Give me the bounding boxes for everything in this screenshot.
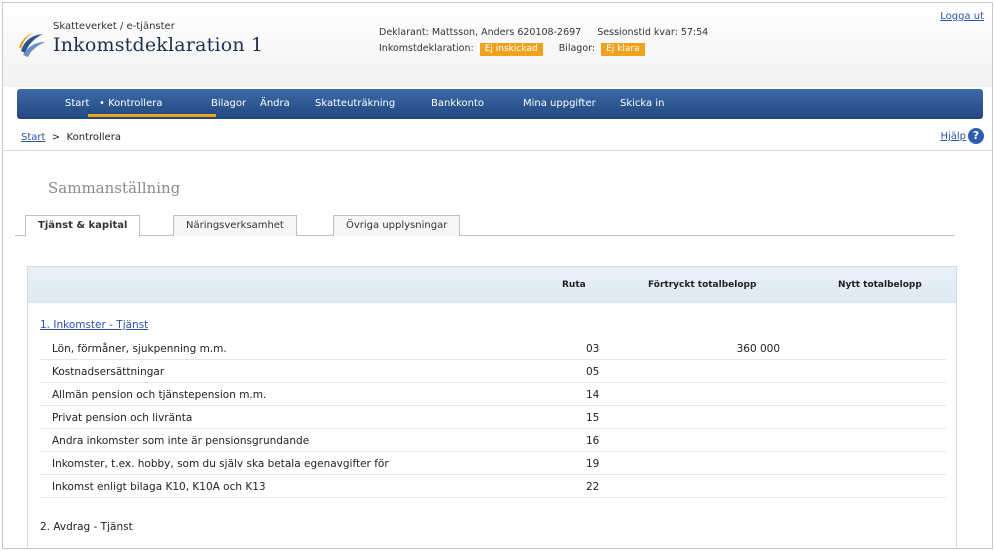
table-row: Lön, förmåner, sjukpenning m.m. 03 360 0…	[40, 338, 946, 360]
skatteverket-logo-icon	[19, 33, 45, 57]
table-row: Allmän pension och tjänstepension m.m. 1…	[40, 384, 946, 406]
row-label: Privat pension och livränta	[52, 412, 193, 424]
app-title: Inkomstdeklaration 1	[53, 34, 264, 56]
session-label: Sessionstid kvar:	[597, 27, 678, 38]
help-link[interactable]: Hjälp?	[940, 128, 984, 144]
row-ruta: 16	[586, 435, 600, 447]
help-icon[interactable]: ?	[968, 128, 984, 144]
table-row: Inkomster, t.ex. hobby, som du själv ska…	[40, 453, 946, 475]
breadcrumb-separator: >	[51, 132, 61, 143]
row-label: Allmän pension och tjänstepension m.m.	[52, 389, 267, 401]
header: Skatteverket / e-tjänster Inkomstdeklara…	[3, 3, 992, 87]
declarant-label: Deklarant:	[379, 27, 429, 38]
breadcrumb-current: Kontrollera	[66, 132, 121, 143]
session-value: 57:54	[680, 27, 709, 38]
main-nav: Start • Kontrollera Bilagor Ändra Skatte…	[17, 89, 983, 119]
table-row: Privat pension och livränta 15	[40, 407, 946, 429]
brand-subtitle: Skatteverket / e-tjänster	[53, 21, 175, 32]
nav-item-andra[interactable]: Ändra	[260, 89, 290, 119]
breadcrumb: Start > Kontrollera	[21, 132, 121, 143]
attachments-label: Bilagor:	[558, 43, 596, 54]
group-avdrag-tjanst: 2. Avdrag - Tjänst	[40, 521, 133, 533]
page-frame: Skatteverket / e-tjänster Inkomstdeklara…	[2, 2, 993, 549]
row-label: Inkomster, t.ex. hobby, som du själv ska…	[52, 458, 389, 470]
table-row: Kostnadsersättningar 05	[40, 361, 946, 383]
nav-item-skatteutrakning[interactable]: Skatteuträkning	[315, 89, 395, 119]
nav-active-indicator	[88, 114, 216, 117]
session-info: Deklarant: Mattsson, Anders 620108-2697 …	[379, 25, 708, 57]
nav-item-bankkonto[interactable]: Bankkonto	[431, 89, 484, 119]
nav-item-start[interactable]: Start	[65, 89, 89, 119]
nav-item-skicka-in[interactable]: Skicka in	[620, 89, 664, 119]
declaration-label: Inkomstdeklaration:	[379, 43, 474, 54]
column-header-prefilled: Förtryckt totalbelopp	[648, 280, 757, 290]
table-row: Inkomst enligt bilaga K10, K10A och K13 …	[40, 476, 946, 498]
declaration-status-badge: Ej inskickad	[479, 43, 543, 56]
breadcrumb-start-link[interactable]: Start	[21, 132, 45, 143]
row-prefilled-amount: 360 000	[736, 343, 780, 355]
section-title: Sammanställning	[48, 179, 181, 197]
row-label: Andra inkomster som inte är pensionsgrun…	[52, 435, 310, 447]
help-label[interactable]: Hjälp	[940, 131, 966, 142]
row-label: Inkomst enligt bilaga K10, K10A och K13	[52, 481, 266, 493]
table-header: Ruta Förtryckt totalbelopp Nytt totalbel…	[28, 267, 956, 303]
column-header-new: Nytt totalbelopp	[838, 280, 922, 290]
row-ruta: 05	[586, 366, 600, 378]
row-ruta: 14	[586, 389, 600, 401]
tab-bar-line	[15, 235, 955, 236]
row-ruta: 22	[586, 481, 600, 493]
row-ruta: 19	[586, 458, 600, 470]
summary-table: Ruta Förtryckt totalbelopp Nytt totalbel…	[27, 266, 957, 548]
tab-tjanst-kapital[interactable]: Tjänst & kapital	[25, 215, 141, 237]
logout-link[interactable]: Logga ut	[940, 11, 984, 22]
table-row: Andra inkomster som inte är pensionsgrun…	[40, 430, 946, 452]
row-ruta: 03	[586, 343, 600, 355]
tab-naringsverksamhet[interactable]: Näringsverksamhet	[173, 215, 297, 236]
divider	[3, 150, 992, 151]
tab-ovriga-upplysningar[interactable]: Övriga upplysningar	[333, 215, 461, 236]
row-label: Lön, förmåner, sjukpenning m.m.	[52, 343, 227, 355]
attachments-status-badge: Ej klara	[601, 43, 645, 56]
column-header-ruta: Ruta	[562, 280, 586, 290]
row-label: Kostnadsersättningar	[52, 366, 165, 378]
row-ruta: 15	[586, 412, 600, 424]
declarant-value: Mattsson, Anders 620108-2697	[431, 27, 582, 38]
group-link-inkomster-tjanst[interactable]: 1. Inkomster - Tjänst	[40, 319, 148, 331]
nav-item-mina-uppgifter[interactable]: Mina uppgifter	[523, 89, 596, 119]
nav-item-bilagor[interactable]: Bilagor	[211, 89, 246, 119]
